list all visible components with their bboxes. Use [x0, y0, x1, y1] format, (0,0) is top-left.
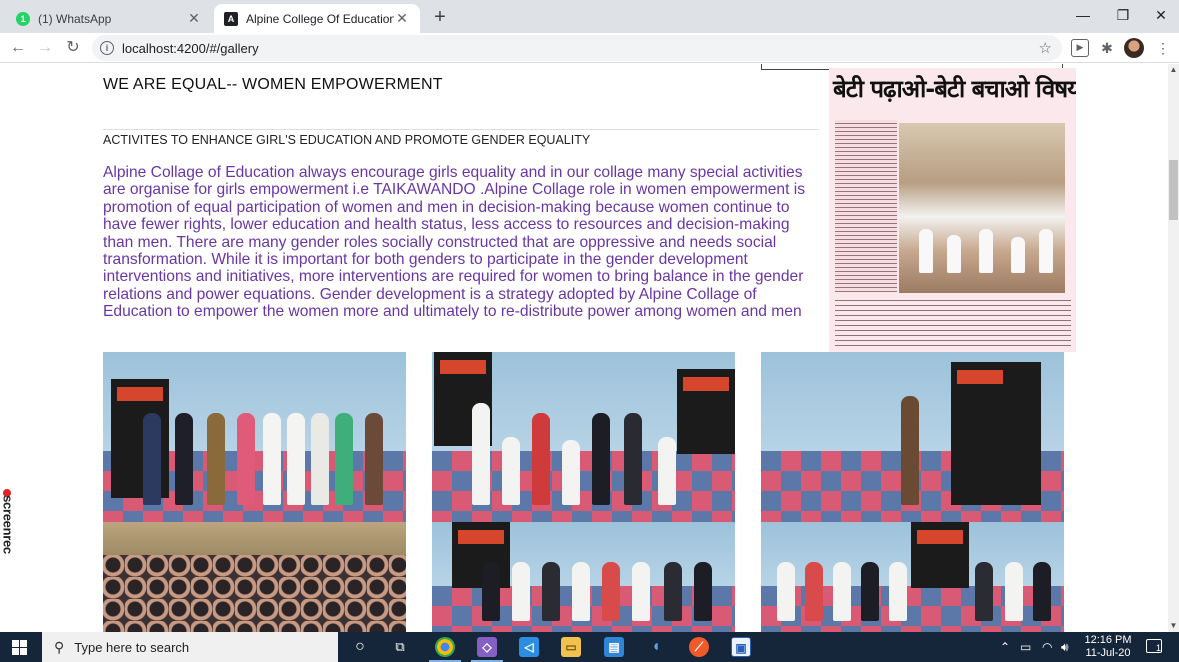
whatsapp-icon: 1 [16, 11, 30, 26]
page-scrollbar[interactable]: ▲ ▼ [1168, 64, 1179, 632]
gallery-photo-2[interactable] [432, 352, 735, 522]
scroll-up-arrow-icon[interactable]: ▲ [1168, 64, 1179, 76]
watermark-text: screenrec [0, 495, 16, 554]
section-subtitle: ACTIVITES TO ENHANCE GIRL'S EDUCATION AN… [103, 133, 591, 147]
tray-chevron-icon[interactable]: ⌃ [1000, 640, 1010, 654]
newspaper-headline: बेटी पढ़ाओ-बेटी बचाओ विषय पर मंथन [833, 75, 1076, 103]
notification-count: 1 [1155, 643, 1161, 653]
gallery-photo-1[interactable] [103, 352, 406, 522]
clock-time: 12:16 PM [1084, 634, 1132, 646]
scrollbar-thumb[interactable] [1169, 160, 1178, 220]
newspaper-clipping: बेटी पढ़ाओ-बेटी बचाओ विषय पर मंथन [829, 68, 1076, 352]
task-view-icon[interactable]: ⧉ [390, 637, 410, 657]
gallery-photo-5[interactable] [432, 522, 735, 632]
address-bar[interactable]: i localhost:4200/#/gallery ☆ [92, 35, 1062, 61]
gallery-photo-3[interactable] [761, 352, 1064, 522]
tab-alpine-college[interactable]: A Alpine College Of Education ✕ [214, 4, 420, 33]
chrome-icon[interactable] [429, 637, 461, 662]
description-paragraph: Alpine Collage of Education always encou… [103, 164, 805, 321]
gallery-page: WE ARE EQUAL-- WOMEN EMPOWERMENT ACTIVIT… [0, 64, 1168, 632]
url-text: localhost:4200/#/gallery [122, 40, 259, 56]
extension-icon[interactable]: ▶ [1071, 39, 1089, 57]
close-icon[interactable]: ✕ [186, 10, 202, 27]
divider [103, 129, 819, 130]
bookmark-star-icon[interactable]: ☆ [1039, 39, 1052, 57]
scroll-down-arrow-icon[interactable]: ▼ [1168, 620, 1179, 632]
newspaper-text-footer [835, 296, 1071, 348]
wifi-icon[interactable]: ◠ [1042, 640, 1052, 654]
puzzle-icon[interactable]: ✱ [1098, 39, 1116, 57]
new-tab-button[interactable]: + [428, 6, 452, 30]
system-clock[interactable]: 12:16 PM 11-Jul-20 [1080, 634, 1136, 660]
back-button[interactable]: ← [6, 36, 30, 60]
newspaper-text-column [835, 120, 897, 292]
app-icon-blue[interactable]: ◖ [646, 637, 666, 657]
app-icon-window[interactable]: ▣ [731, 637, 751, 657]
taskbar-search-box[interactable]: ⚲ Type here to search [42, 632, 338, 662]
app-icon-orange[interactable]: ⟋ [689, 637, 709, 657]
tab-title: (1) WhatsApp [38, 11, 112, 26]
tab-whatsapp[interactable]: 1 (1) WhatsApp ✕ [6, 4, 212, 33]
menu-icon[interactable]: ⋮ [1154, 39, 1172, 57]
search-icon: ⚲ [54, 638, 65, 655]
gallery-photo-4[interactable] [103, 522, 406, 632]
screenrec-watermark: screenrec [0, 487, 16, 575]
notification-icon[interactable]: 1 [1146, 639, 1162, 653]
clock-date: 11-Jul-20 [1085, 647, 1131, 659]
minimize-button[interactable]: — [1063, 4, 1103, 26]
cortana-icon[interactable]: ○ [350, 637, 370, 657]
page-title: WE ARE EQUAL-- WOMEN EMPOWERMENT [103, 76, 443, 93]
browser-tab-strip: 1 (1) WhatsApp ✕ A Alpine College Of Edu… [0, 0, 1179, 33]
visual-studio-icon[interactable]: ◇ [471, 637, 503, 662]
angular-icon: A [224, 11, 238, 26]
volume-icon[interactable]: 🔊︎ [1061, 640, 1069, 655]
avatar[interactable] [1124, 38, 1144, 58]
vscode-icon[interactable]: ◁ [519, 637, 539, 657]
browser-toolbar: ← → ↻ i localhost:4200/#/gallery ☆ ▶ ✱ ⋮ [0, 33, 1179, 63]
battery-icon[interactable]: ▭ [1020, 640, 1031, 654]
info-icon[interactable]: i [100, 41, 114, 55]
file-explorer-icon[interactable]: ▭ [561, 637, 581, 657]
reload-button[interactable]: ↻ [61, 36, 85, 60]
restore-button[interactable]: ❐ [1103, 4, 1143, 26]
tab-title: Alpine College Of Education [246, 11, 394, 26]
windows-taskbar: ⚲ Type here to search ○ ⧉ ◇ ◁ ▭ ▤ ◖ ⟋ ▣ … [0, 632, 1179, 662]
close-icon[interactable]: ✕ [394, 10, 410, 27]
close-window-button[interactable]: ✕ [1141, 4, 1179, 26]
newspaper-photo [899, 123, 1065, 293]
windows-start-icon[interactable] [12, 640, 27, 655]
gallery-photo-6[interactable] [761, 522, 1064, 632]
search-placeholder: Type here to search [74, 639, 190, 655]
store-icon[interactable]: ▤ [604, 637, 624, 657]
forward-button[interactable]: → [33, 36, 57, 60]
